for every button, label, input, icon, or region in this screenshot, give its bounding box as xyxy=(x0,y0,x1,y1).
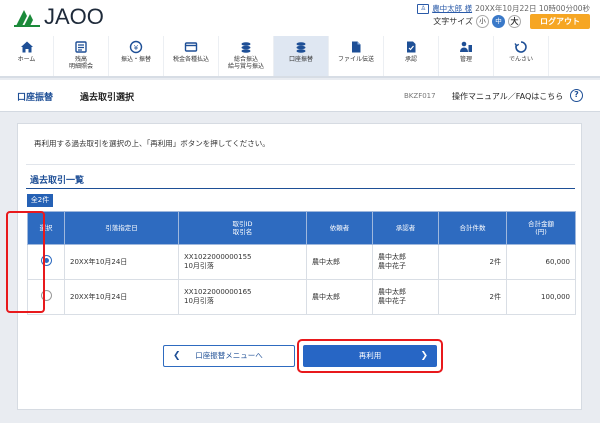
col-header-transaction: 取引ID 取引名 xyxy=(178,211,307,245)
file-transfer-icon xyxy=(352,41,361,53)
select-column-highlight xyxy=(6,211,45,313)
logo-mark-icon xyxy=(14,10,40,27)
date-cell: 20XX年10月24日 xyxy=(64,244,179,280)
nav-item-approval[interactable]: 承認 xyxy=(384,36,439,76)
col-header-date: 引落指定日 xyxy=(64,211,179,245)
font-size-small-button[interactable]: 小 xyxy=(476,15,489,28)
divider xyxy=(26,164,575,165)
login-datetime: 20XX年10月22日 10時00分00秒 xyxy=(475,4,590,13)
main-nav: ホーム 残高 明細照会 ¥ 振込・振替 税金各種払込 総合振込 給与賞与振込 口… xyxy=(0,36,600,78)
font-size-label: 文字サイズ xyxy=(433,17,473,26)
user-icon: ♙ xyxy=(417,3,430,14)
densai-icon xyxy=(514,41,527,53)
user-name-link[interactable]: 農中太郎 様 xyxy=(432,3,472,14)
col-header-requester: 依頼者 xyxy=(306,211,373,245)
logo: JAOO xyxy=(12,6,104,28)
transaction-cell: XX1022000000155 10月引落 xyxy=(178,244,307,280)
bulk-transfer-icon xyxy=(241,42,251,53)
page-header: 口座振替 過去取引選択 BKZF017 操作マニュアル／FAQはこちら ? xyxy=(0,80,600,112)
col-header-approver: 承認者 xyxy=(372,211,439,245)
table-row[interactable]: 20XX年10月24日 XX1022000000155 10月引落 農中太郎 農… xyxy=(27,244,576,280)
logo-text: JAOO xyxy=(44,4,104,29)
nav-item-bulk-transfer[interactable]: 総合振込 給与賞与振込 xyxy=(219,36,274,76)
requester-cell: 農中太郎 xyxy=(306,279,373,315)
count-cell: 2件 xyxy=(438,279,507,315)
nav-label-densai: でんさい xyxy=(508,56,533,63)
count-cell: 2件 xyxy=(438,244,507,280)
nav-label-file-transfer: ファイル伝送 xyxy=(337,56,374,63)
back-to-menu-button[interactable]: ❮ 口座振替メニューへ xyxy=(163,345,295,367)
amount-cell: 60,000 xyxy=(506,244,576,280)
nav-item-admin[interactable]: 管理 xyxy=(439,36,494,76)
nav-label-balance: 残高 明細照会 xyxy=(68,56,93,70)
approval-icon xyxy=(407,41,416,53)
title-underline xyxy=(26,188,575,189)
user-info: ♙ 農中太郎 様 20XX年10月22日 10時00分00秒 xyxy=(417,3,590,14)
nav-label-bulk-transfer: 総合振込 給与賞与振込 xyxy=(227,56,264,70)
page-category: 口座振替 xyxy=(17,93,54,103)
list-title: 過去取引一覧 xyxy=(30,176,85,186)
nav-item-balance[interactable]: 残高 明細照会 xyxy=(54,36,109,76)
date-cell: 20XX年10月24日 xyxy=(64,279,179,315)
approver-cell: 農中太郎 農中花子 xyxy=(372,279,439,315)
nav-label-transfer: 振込・振替 xyxy=(120,56,151,63)
font-size-controls: 文字サイズ 小 中 大 ログアウト xyxy=(433,14,590,29)
home-icon xyxy=(20,41,33,53)
nav-item-home[interactable]: ホーム xyxy=(0,36,54,76)
help-link[interactable]: 操作マニュアル／FAQはこちら xyxy=(452,91,563,102)
reuse-button-highlight xyxy=(297,339,443,373)
tax-icon xyxy=(184,42,198,52)
instruction-text: 再利用する過去取引を選択の上、「再利用」ボタンを押してください。 xyxy=(34,139,270,148)
nav-item-account-transfer[interactable]: 口座振替 xyxy=(274,36,329,76)
back-button-label: 口座振替メニューへ xyxy=(195,351,263,360)
logout-button[interactable]: ログアウト xyxy=(530,14,590,29)
col-header-amount: 合計金額 (円) xyxy=(506,211,576,245)
table-row[interactable]: 20XX年10月24日 XX1022000000165 10月引落 農中太郎 農… xyxy=(27,279,576,315)
table-header-row: 選択 引落指定日 取引ID 取引名 依頼者 承認者 合計件数 合計金額 (円) xyxy=(27,211,576,245)
admin-icon xyxy=(460,41,472,52)
nav-item-tax[interactable]: 税金各種払込 xyxy=(164,36,219,76)
nav-item-file-transfer[interactable]: ファイル伝送 xyxy=(329,36,384,76)
requester-cell: 農中太郎 xyxy=(306,244,373,280)
approver-cell: 農中太郎 農中花子 xyxy=(372,244,439,280)
nav-label-approval: 承認 xyxy=(404,56,417,63)
transaction-cell: XX1022000000165 10月引落 xyxy=(178,279,307,315)
app-root: JAOO ♙ 農中太郎 様 20XX年10月22日 10時00分00秒 文字サイ… xyxy=(0,0,600,423)
nav-label-home: ホーム xyxy=(17,56,36,63)
screen-code: BKZF017 xyxy=(404,92,436,100)
balance-icon xyxy=(75,41,87,53)
font-size-medium-button[interactable]: 中 xyxy=(492,15,505,28)
nav-label-tax: 税金各種払込 xyxy=(172,56,209,63)
top-bar: JAOO ♙ 農中太郎 様 20XX年10月22日 10時00分00秒 文字サイ… xyxy=(0,0,600,36)
col-header-count: 合計件数 xyxy=(438,211,507,245)
help-question-icon[interactable]: ? xyxy=(570,89,583,102)
nav-label-admin: 管理 xyxy=(459,56,472,63)
count-badge: 全2件 xyxy=(27,194,53,207)
amount-cell: 100,000 xyxy=(506,279,576,315)
svg-text:¥: ¥ xyxy=(134,44,139,52)
font-size-large-button[interactable]: 大 xyxy=(508,15,521,28)
chevron-left-icon: ❮ xyxy=(173,351,181,361)
nav-item-densai[interactable]: でんさい xyxy=(494,36,549,76)
page-title: 過去取引選択 xyxy=(80,93,135,103)
account-transfer-icon xyxy=(296,42,306,53)
transfer-icon: ¥ xyxy=(129,40,143,54)
nav-item-transfer[interactable]: ¥ 振込・振替 xyxy=(109,36,164,76)
transaction-table: 選択 引落指定日 取引ID 取引名 依頼者 承認者 合計件数 合計金額 (円) … xyxy=(27,211,576,315)
nav-label-account-transfer: 口座振替 xyxy=(288,56,313,63)
